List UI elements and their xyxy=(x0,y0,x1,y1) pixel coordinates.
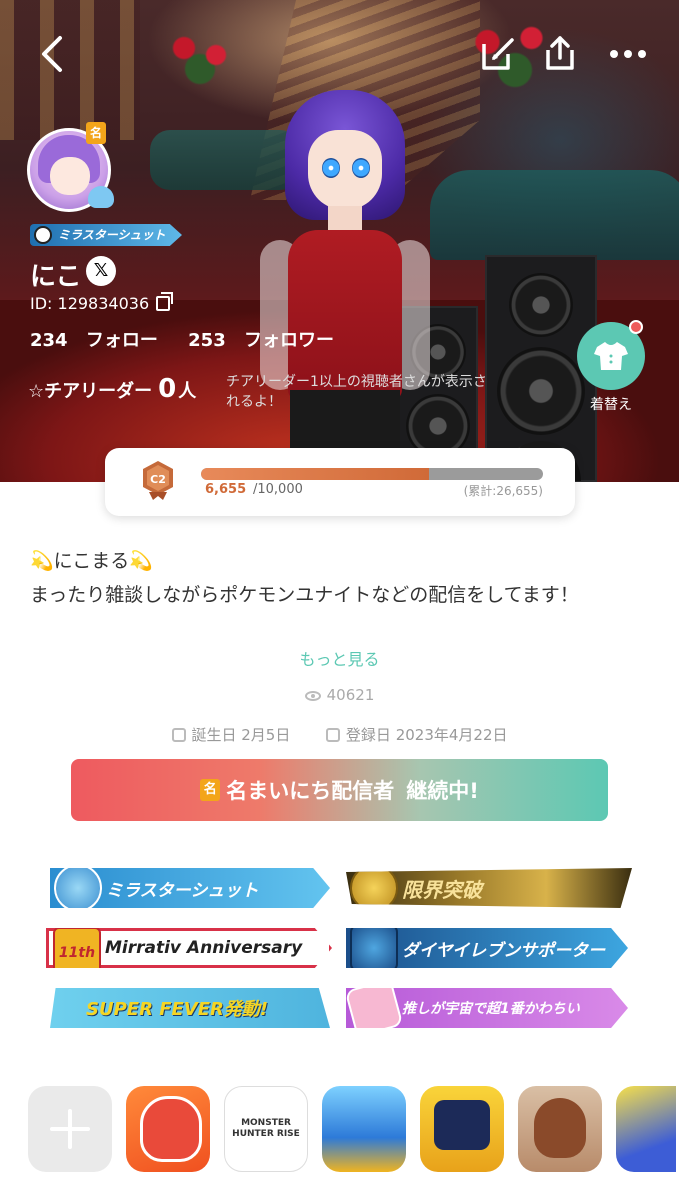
daily-streamer-label: 名まいにち配信者 xyxy=(226,779,395,803)
badge-label: ダイヤイレブンサポーター xyxy=(402,940,606,961)
following-label: フォロー xyxy=(85,330,158,351)
daily-streamer-banner[interactable]: 名 名まいにち配信者 継続中! xyxy=(71,759,608,821)
badge-oshi-cutest[interactable]: 推しが宇宙で超1番かわちい xyxy=(346,988,628,1028)
view-count: 40621 xyxy=(0,686,679,704)
game-icon-emo-mon[interactable] xyxy=(322,1086,406,1172)
birthday-text: 誕生日 2月5日 xyxy=(191,726,291,744)
game-icon-yokai-watch[interactable] xyxy=(126,1086,210,1172)
slime-mascot-icon xyxy=(88,186,114,208)
gold-emblem-icon xyxy=(350,868,398,908)
profile-dates: 誕生日 2月5日 登録日 2023年4月22日 xyxy=(0,724,679,745)
level-progress-fill xyxy=(201,468,429,480)
view-count-value: 40621 xyxy=(326,686,375,704)
share-button[interactable] xyxy=(540,34,580,74)
game-icon-label: MONSTER HUNTER RISE xyxy=(232,1118,300,1139)
following-link[interactable]: 234 フォロー xyxy=(30,330,170,351)
daily-streamer-mark-icon: 名 xyxy=(86,122,106,144)
edit-icon xyxy=(482,38,514,70)
more-options-button[interactable] xyxy=(608,34,648,74)
badge-diamond-eleven-supporter[interactable]: ダイヤイレブンサポーター xyxy=(346,928,628,968)
shirt-icon xyxy=(594,342,628,370)
cheerleader-unit: 人 xyxy=(178,381,197,402)
level-rank-text: C2 xyxy=(150,473,166,486)
followers-link[interactable]: 253 フォロワー xyxy=(188,330,346,351)
level-total-points: (累計:26,655) xyxy=(463,484,543,498)
bio-title: 💫にこまる💫 xyxy=(30,550,153,572)
cheerleader-summary[interactable]: ☆チアリーダー 0 人 xyxy=(28,374,196,404)
cake-icon xyxy=(171,728,186,742)
anniversary-emblem-icon: 11th xyxy=(53,928,101,968)
daily-streamer-status: 継続中! xyxy=(406,779,479,803)
back-button[interactable] xyxy=(34,34,74,74)
badge-label: 限界突破 xyxy=(402,877,482,902)
registered-text: 登録日 2023年4月22日 xyxy=(345,726,508,744)
cheerleader-count: 0 xyxy=(158,374,177,404)
rose-decor-left xyxy=(160,20,240,90)
badge-label: ミラスターシュット xyxy=(106,880,259,901)
chevron-left-icon xyxy=(42,36,62,72)
daily-streamer-mark-icon: 名 xyxy=(200,779,221,801)
badge-label: Mirrativ Anniversary xyxy=(105,938,303,958)
level-card[interactable]: C2 6,655 /10,000 (累計:26,655) xyxy=(105,448,575,516)
following-count: 234 xyxy=(30,330,68,351)
badge-label: SUPER FEVER発動! xyxy=(86,999,269,1020)
user-name: にこ xyxy=(30,262,82,292)
game-icon-anime-girl[interactable] xyxy=(518,1086,602,1172)
edit-profile-button[interactable] xyxy=(478,34,518,74)
dress-up-label: 着替え xyxy=(590,397,632,413)
cheerleader-label: ☆チアリーダー xyxy=(28,381,153,402)
roulette-table-right xyxy=(430,170,679,260)
level-current-points: 6,655 xyxy=(205,482,247,497)
copy-icon[interactable] xyxy=(156,292,173,311)
bio-text: まったり雑談しながらポケモンユナイトなどの配信をしてます！ xyxy=(30,584,579,606)
game-list: MONSTER HUNTER RISE xyxy=(28,1086,676,1174)
show-more-link[interactable]: もっと見る xyxy=(0,646,679,670)
add-game-button[interactable] xyxy=(28,1086,112,1172)
badge-mira-star-shoot[interactable]: ミラスターシュット xyxy=(50,868,330,908)
game-icon-pokemon-unite[interactable] xyxy=(616,1086,676,1172)
calendar-icon xyxy=(325,728,340,742)
featured-badge[interactable]: ミラスターシュット xyxy=(30,224,182,246)
avatar-character[interactable] xyxy=(260,90,430,482)
more-horizontal-icon xyxy=(610,50,646,58)
badge-super-fever[interactable]: SUPER FEVER発動! xyxy=(50,988,330,1028)
level-rank-icon: C2 xyxy=(143,461,173,500)
cheerleader-hint: チアリーダー1以上の視聴者さんが表示されるよ！ xyxy=(226,374,487,410)
mascot-emblem-icon xyxy=(54,868,102,908)
follower-label: フォロワー xyxy=(244,330,334,351)
game-icon-monster-hunter-rise[interactable]: MONSTER HUNTER RISE xyxy=(224,1086,308,1172)
ribbon-emblem-icon xyxy=(346,988,404,1028)
notification-dot xyxy=(629,320,643,334)
level-progress-bar xyxy=(201,468,543,480)
badge-anniversary[interactable]: 11th Mirrativ Anniversary xyxy=(46,928,332,968)
featured-badge-label: ミラスターシュット xyxy=(58,228,166,242)
badge-limit-break[interactable]: 限界突破 xyxy=(346,868,632,908)
soccer-ball-icon xyxy=(34,226,52,244)
shield-emblem-icon xyxy=(350,928,398,968)
share-icon xyxy=(546,36,574,70)
badge-label: 推しが宇宙で超1番かわちい xyxy=(402,1001,580,1017)
game-icon-suraco[interactable] xyxy=(420,1086,504,1172)
level-target-points: /10,000 xyxy=(253,482,303,497)
follower-count: 253 xyxy=(188,330,226,351)
user-id: ID: 129834036 xyxy=(30,294,150,313)
follow-counts: 234 フォロー 253 フォロワー xyxy=(30,326,358,352)
x-link-icon[interactable]: 𝕏 xyxy=(86,256,116,286)
eye-icon xyxy=(304,690,321,701)
